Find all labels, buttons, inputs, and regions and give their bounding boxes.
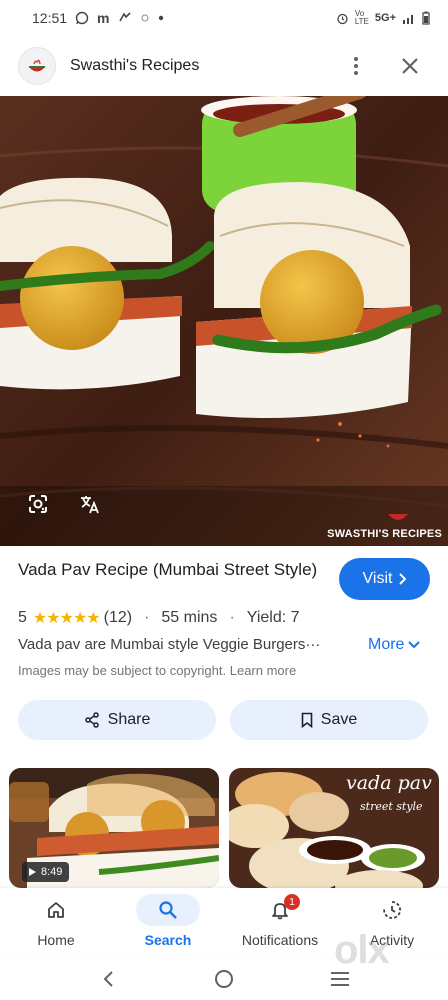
translate-icon	[81, 496, 99, 514]
home-icon	[24, 894, 88, 926]
bookmark-icon	[301, 712, 313, 728]
copyright-text: Images may be subject to copyright.	[18, 663, 227, 678]
separator-dot: ·	[229, 609, 235, 626]
more-vert-icon	[354, 57, 358, 75]
close-button[interactable]	[390, 46, 430, 86]
alarm-icon	[336, 12, 349, 25]
google-lens-icon	[29, 495, 47, 513]
recipe-yield: Yield: 7	[246, 609, 300, 626]
video-duration-badge: 8:49	[22, 862, 70, 882]
star-rating-icon: ★★★★★	[32, 610, 101, 627]
more-options-button[interactable]	[336, 46, 376, 86]
save-button[interactable]: Save	[230, 700, 428, 740]
translate-button[interactable]	[72, 486, 108, 522]
visit-label: Visit	[362, 570, 393, 587]
network-type: 5G+	[374, 12, 396, 24]
site-name[interactable]: Swasthi's Recipes	[70, 57, 199, 75]
recipe-image[interactable]: SWASTHI'S RECIPES	[0, 96, 448, 546]
share-button[interactable]: Share	[18, 700, 216, 740]
result-header: Swasthi's Recipes	[0, 36, 448, 96]
nav-home[interactable]: Home	[0, 888, 112, 958]
app-icon	[118, 11, 132, 25]
close-icon	[402, 58, 418, 74]
wifi-calling-icon: Vo LTE	[354, 9, 369, 26]
result-description: Vada pav are Mumbai style Veggie Burgers…	[18, 636, 321, 653]
search-icon	[136, 894, 200, 926]
more-button[interactable]: More	[368, 636, 421, 654]
recipe-meta: 5 ★★★★★ (12) · 55 mins · Yield: 7	[18, 608, 300, 628]
system-recents-button[interactable]	[320, 961, 360, 997]
home-circle-icon	[215, 970, 233, 988]
share-label: Share	[107, 711, 151, 728]
learn-more-link[interactable]: Learn more	[230, 663, 296, 678]
video-duration: 8:49	[41, 866, 63, 878]
nav-notifications[interactable]: 1 Notifications	[224, 888, 336, 958]
lens-button[interactable]	[20, 486, 56, 522]
system-back-button[interactable]	[88, 961, 128, 997]
cook-time: 55 mins	[161, 609, 218, 626]
chevron-down-icon	[408, 641, 421, 649]
recipe-photo	[0, 96, 448, 546]
nav-search[interactable]: Search	[112, 888, 224, 958]
thumbnail-title: vada pav	[346, 772, 432, 794]
system-navigation	[0, 958, 448, 1000]
play-icon	[29, 868, 36, 876]
activity-icon	[360, 894, 424, 926]
status-time: 12:51	[32, 10, 68, 26]
more-label: More	[368, 636, 405, 653]
copyright-notice: Images may be subject to copyright. Lear…	[18, 663, 296, 678]
separator-dot: ·	[144, 609, 150, 626]
system-home-button[interactable]	[204, 961, 244, 997]
thumbnail-subtitle: street style	[360, 800, 423, 813]
battery-icon	[422, 11, 430, 25]
bell-icon: 1	[248, 894, 312, 926]
visit-button[interactable]: Visit	[339, 558, 430, 600]
share-icon	[84, 712, 99, 728]
nav-notifications-label: Notifications	[241, 932, 319, 948]
status-bar: 12:51 m Vo LTE 5G+	[0, 0, 448, 36]
save-label: Save	[320, 711, 358, 728]
rating-value: 5	[18, 609, 27, 626]
notification-badge: 1	[284, 894, 300, 910]
image-watermark: SWASTHI'S RECIPES	[327, 528, 442, 540]
result-title[interactable]: Vada Pav Recipe (Mumbai Street Style)	[18, 558, 318, 581]
recents-icon	[331, 972, 349, 986]
gmail-icon: m	[97, 10, 110, 26]
back-icon	[103, 971, 113, 987]
notification-icon	[140, 13, 150, 23]
more-notifications-dot	[158, 15, 164, 21]
nav-search-label: Search	[144, 932, 192, 948]
site-logo	[18, 47, 56, 85]
review-count: (12)	[103, 609, 133, 626]
signal-icon	[402, 12, 416, 24]
nav-home-label: Home	[37, 932, 75, 948]
whatsapp-icon	[75, 11, 89, 25]
chevron-right-icon	[399, 573, 407, 585]
